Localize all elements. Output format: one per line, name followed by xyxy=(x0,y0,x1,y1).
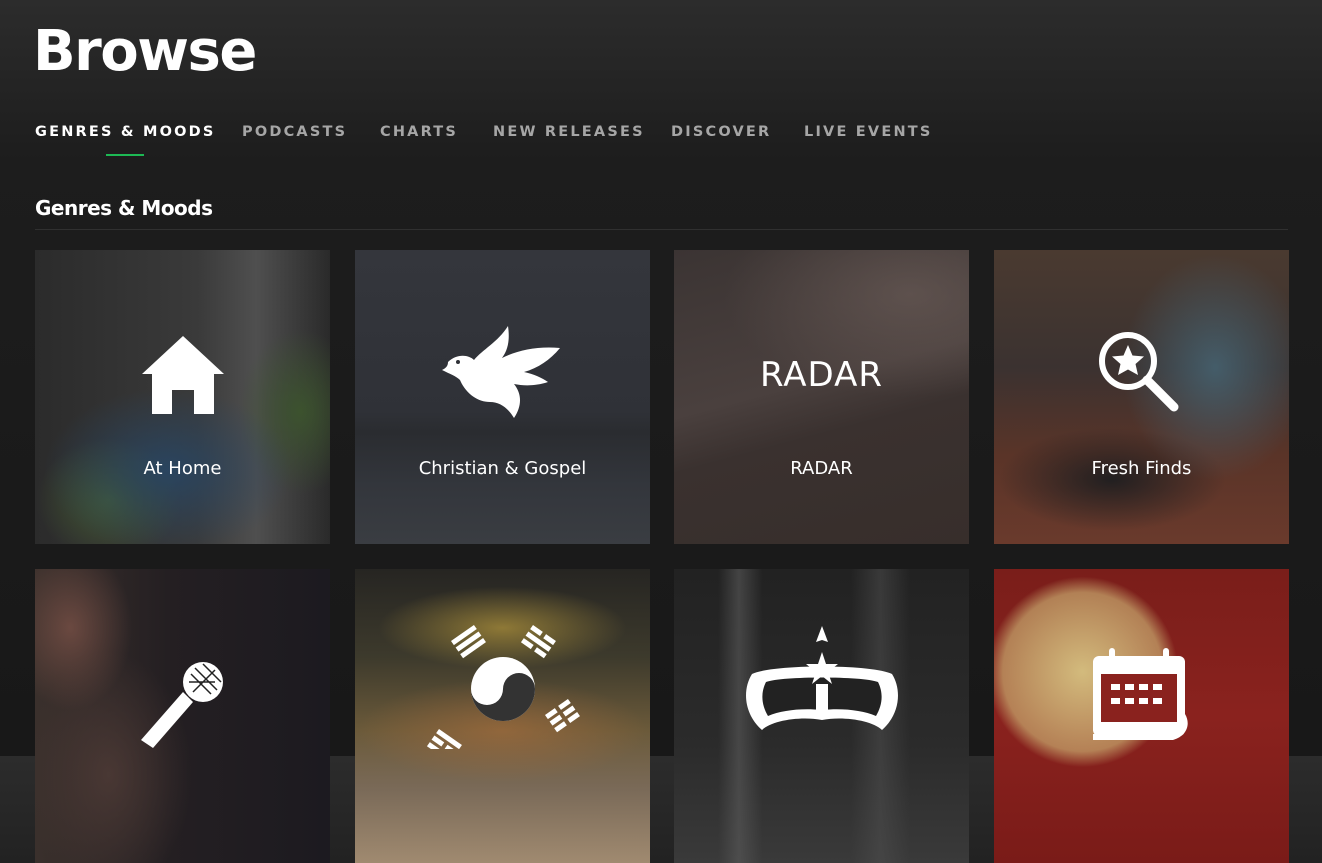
calendar-icon xyxy=(994,639,1289,749)
tab-label: LIVE EVENTS xyxy=(804,124,933,140)
house-icon xyxy=(35,320,330,430)
korean-flag-icon xyxy=(355,624,650,749)
card-label: Fresh Finds xyxy=(1091,458,1192,479)
card-christian-gospel[interactable]: Christian & Gospel xyxy=(355,250,650,544)
tab-charts[interactable]: CHARTS xyxy=(380,124,458,140)
tab-live-events[interactable]: LIVE EVENTS xyxy=(804,124,933,140)
active-tab-indicator xyxy=(106,154,145,156)
tab-podcasts[interactable]: PODCASTS xyxy=(242,124,347,140)
dove-icon xyxy=(355,320,650,430)
section-title: Genres & Moods xyxy=(35,196,213,220)
microphone-icon xyxy=(35,647,330,757)
card-korean[interactable] xyxy=(355,569,650,863)
card-at-home[interactable]: At Home xyxy=(35,250,330,544)
page-title: Browse xyxy=(33,19,257,84)
card-calendar[interactable] xyxy=(994,569,1289,863)
malaysian-crest-icon xyxy=(674,626,969,739)
tab-label: NEW RELEASES xyxy=(493,124,645,140)
card-fresh-finds[interactable]: Fresh Finds xyxy=(994,250,1289,544)
tab-new-releases[interactable]: NEW RELEASES xyxy=(493,124,645,140)
card-microphone[interactable] xyxy=(35,569,330,863)
card-radar[interactable]: RADAR RADAR xyxy=(674,250,969,544)
card-label: Christian & Gospel xyxy=(418,458,587,479)
tab-label: PODCASTS xyxy=(242,124,348,140)
section-divider xyxy=(35,229,1288,230)
tab-genres-moods[interactable]: GENRES & MOODS xyxy=(35,124,216,156)
tab-label: CHARTS xyxy=(380,124,459,140)
tab-discover[interactable]: DISCOVER xyxy=(671,124,771,140)
card-malaysian[interactable] xyxy=(674,569,969,863)
tab-label: DISCOVER xyxy=(671,124,772,140)
magnifier-star-icon xyxy=(994,320,1289,430)
card-label: At Home xyxy=(143,458,222,479)
radar-wordmark: RADAR xyxy=(760,355,883,395)
tab-label: GENRES & MOODS xyxy=(35,124,216,140)
card-label: RADAR xyxy=(790,458,853,479)
